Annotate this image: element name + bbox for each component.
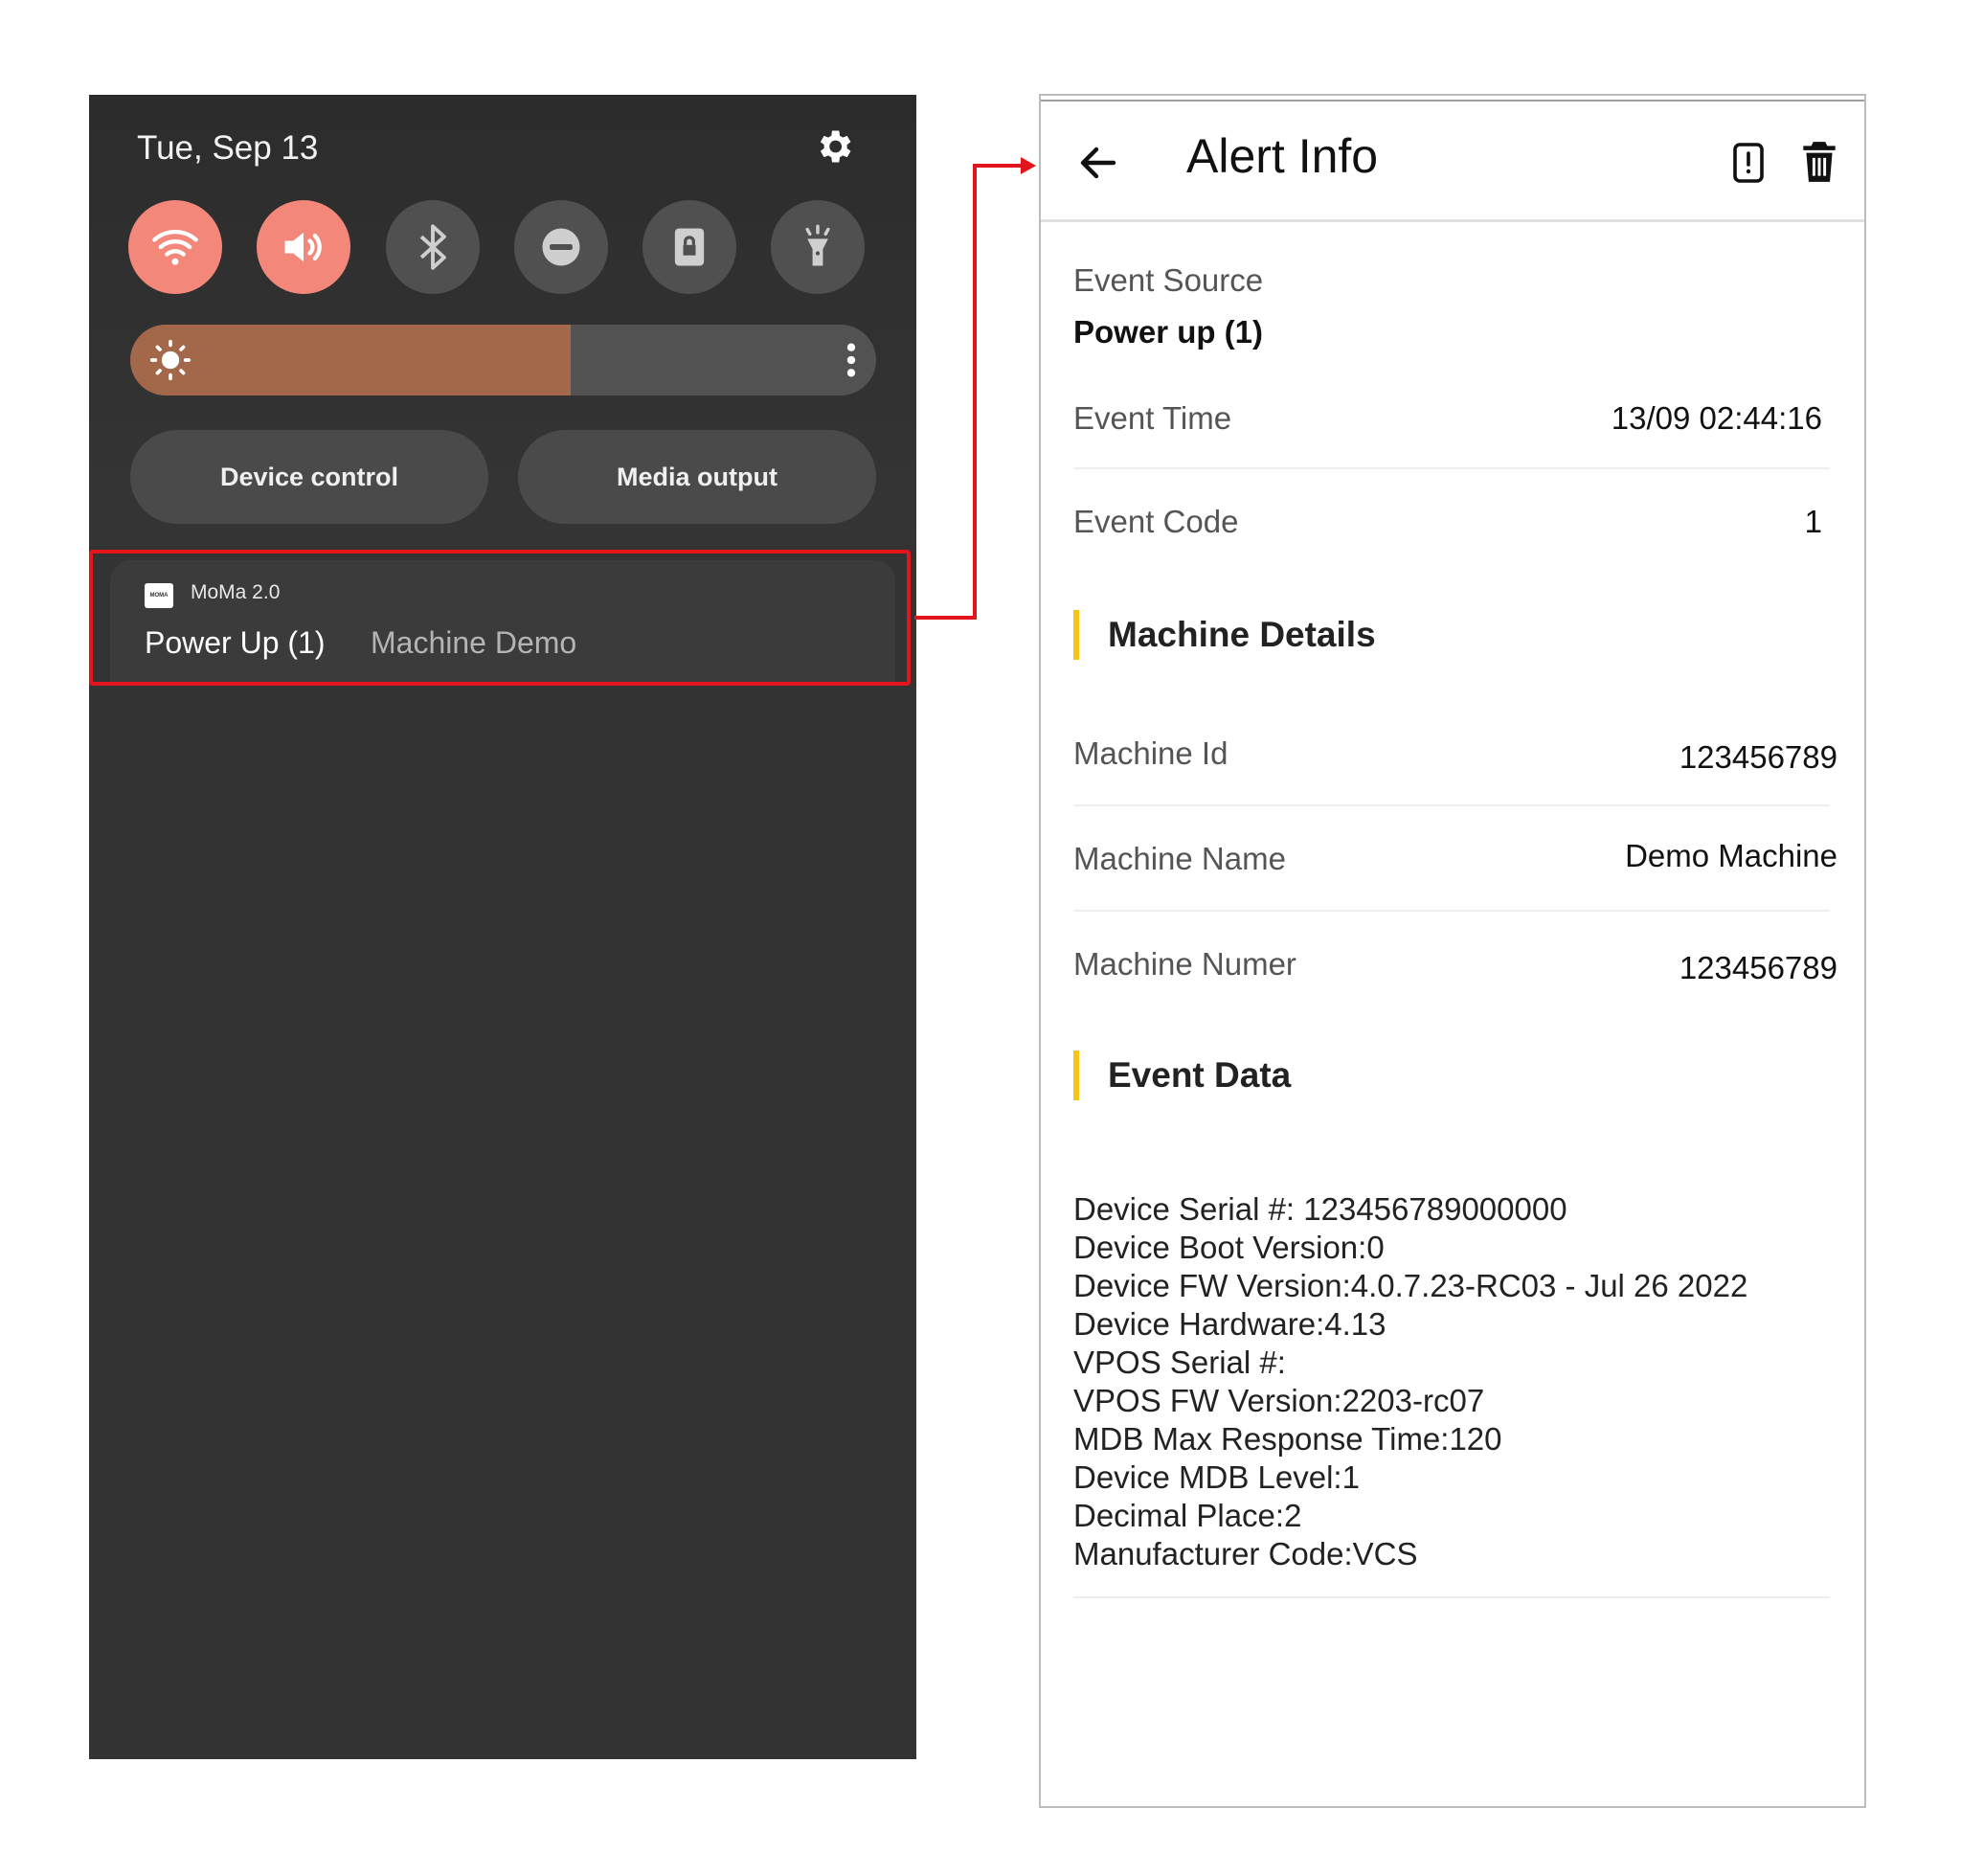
brightness-level-fill bbox=[130, 325, 571, 396]
machine-number-label: Machine Numer bbox=[1073, 946, 1296, 982]
machine-name-value: Demo Machine bbox=[1625, 838, 1837, 873]
do-not-disturb-icon bbox=[542, 228, 580, 266]
machine-id-label: Machine Id bbox=[1073, 735, 1228, 771]
machine-number-value: 123456789 bbox=[1679, 950, 1837, 985]
bluetooth-icon bbox=[419, 224, 446, 270]
wifi-icon bbox=[152, 229, 198, 265]
quick-settings-panel: Tue, Sep 13 Device control Media output … bbox=[89, 95, 916, 1759]
event-data-list: Device Serial #: 123456789000000 Device B… bbox=[1073, 1190, 1820, 1573]
event-data-line: MDB Max Response Time:120 bbox=[1073, 1421, 1502, 1457]
machine-name-label: Machine Name bbox=[1073, 841, 1286, 876]
date-label: Tue, Sep 13 bbox=[137, 129, 319, 167]
lock-tile[interactable] bbox=[642, 200, 736, 294]
flashlight-tile[interactable] bbox=[771, 200, 865, 294]
brightness-sun-icon bbox=[149, 339, 192, 381]
back-arrow-icon[interactable] bbox=[1075, 140, 1121, 186]
machine-details-heading: Machine Details bbox=[1073, 610, 1376, 660]
alert-info-screen: Alert Info Event Source Power up (1) Eve… bbox=[1039, 94, 1866, 1808]
notification-highlight-box bbox=[89, 550, 911, 686]
event-code-label: Event Code bbox=[1073, 504, 1239, 539]
event-code-value: 1 bbox=[1804, 504, 1822, 539]
event-data-heading: Event Data bbox=[1073, 1051, 1291, 1100]
event-data-line: Device MDB Level:1 bbox=[1073, 1459, 1360, 1495]
lock-icon bbox=[674, 228, 705, 266]
event-data-line: Device FW Version:4.0.7.23-RC03 - Jul 26… bbox=[1073, 1268, 1748, 1303]
event-data-line: Manufacturer Code:VCS bbox=[1073, 1536, 1418, 1571]
bluetooth-tile[interactable] bbox=[386, 200, 480, 294]
sound-tile[interactable] bbox=[257, 200, 350, 294]
brightness-slider[interactable] bbox=[130, 325, 876, 396]
event-source-value: Power up (1) bbox=[1073, 314, 1264, 350]
flashlight-icon bbox=[805, 224, 830, 266]
quick-settings-header: Tue, Sep 13 Device control Media output bbox=[89, 95, 916, 545]
event-data-line: Device Hardware:4.13 bbox=[1073, 1306, 1386, 1342]
divider bbox=[1073, 910, 1830, 912]
app-bar: Alert Info bbox=[1041, 102, 1864, 222]
event-data-line: Device Serial #: 123456789000000 bbox=[1073, 1191, 1567, 1227]
event-source-label: Event Source bbox=[1073, 262, 1264, 298]
sound-icon bbox=[284, 232, 322, 262]
page-title: Alert Info bbox=[1186, 129, 1379, 183]
event-time-value: 13/09 02:44:16 bbox=[1611, 400, 1822, 436]
more-options-icon[interactable] bbox=[845, 342, 857, 378]
settings-gear-icon[interactable] bbox=[813, 125, 855, 168]
event-time-label: Event Time bbox=[1073, 400, 1232, 436]
media-output-button[interactable]: Media output bbox=[518, 430, 876, 524]
divider bbox=[1073, 804, 1830, 806]
event-data-line: VPOS FW Version:2203-rc07 bbox=[1073, 1383, 1485, 1418]
device-control-button[interactable]: Device control bbox=[130, 430, 488, 524]
divider bbox=[1073, 467, 1830, 469]
delete-trash-icon[interactable] bbox=[1795, 138, 1843, 186]
do-not-disturb-tile[interactable] bbox=[514, 200, 608, 294]
event-data-line: Decimal Place:2 bbox=[1073, 1498, 1302, 1533]
event-data-line: VPOS Serial #: bbox=[1073, 1345, 1286, 1380]
device-alert-icon[interactable] bbox=[1725, 140, 1771, 186]
event-data-line: Device Boot Version:0 bbox=[1073, 1230, 1385, 1265]
wifi-tile[interactable] bbox=[128, 200, 222, 294]
machine-id-value: 123456789 bbox=[1679, 739, 1837, 775]
divider bbox=[1073, 1596, 1830, 1598]
